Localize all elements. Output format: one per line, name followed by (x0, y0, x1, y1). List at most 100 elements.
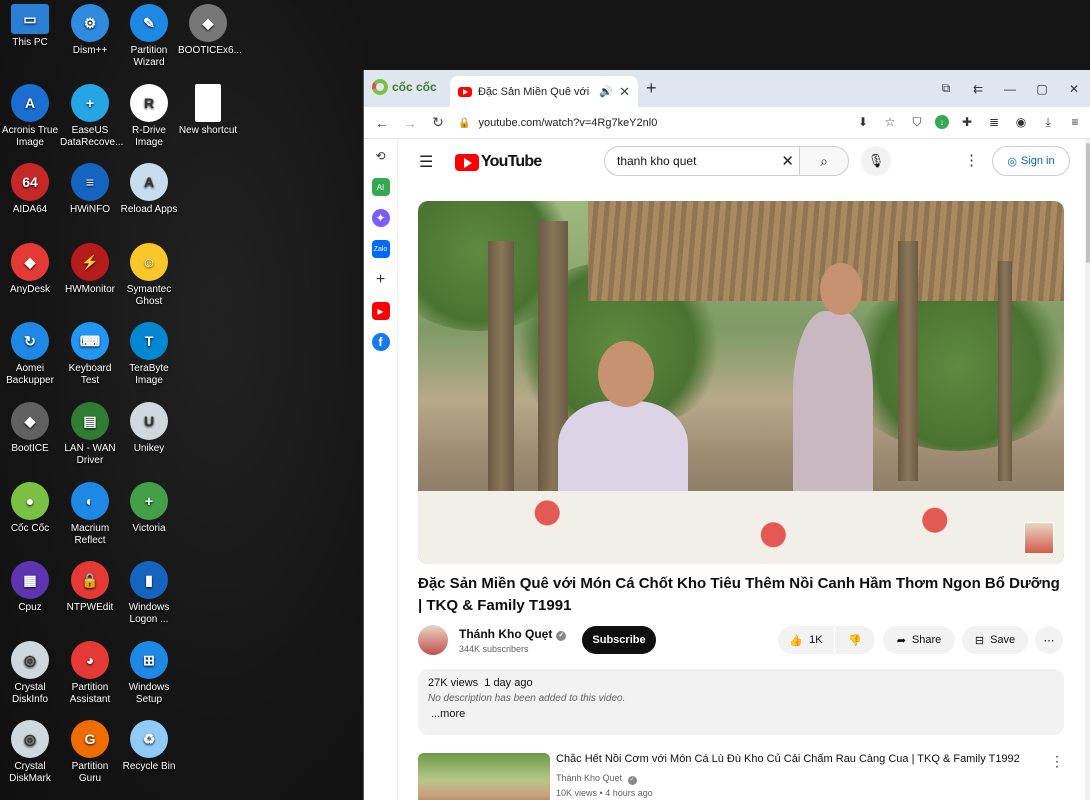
more-actions-button[interactable]: ⋯ (1035, 626, 1063, 654)
search-input[interactable]: thanh kho quet ✕ (604, 146, 800, 176)
zalo-icon[interactable]: Zalo (371, 240, 390, 258)
desktop-icon[interactable]: ◎ Crystal DiskMark (0, 720, 60, 785)
related-title[interactable]: Chắc Hết Nồi Cơm với Món Cá Lù Đù Kho Củ… (556, 753, 1046, 765)
install-app-icon[interactable]: ⬇ (854, 113, 872, 131)
messenger-icon[interactable]: ✦ (371, 209, 390, 227)
desktop-icon-label: Cốc Cốc (10, 522, 50, 534)
extensions-icon[interactable]: ✚ (958, 113, 976, 131)
new-tab-button[interactable]: + (646, 78, 657, 99)
search-button[interactable]: ⌕ (799, 146, 849, 176)
channel-avatar[interactable] (418, 625, 448, 655)
desktop-icon[interactable]: ◆ BOOTICEx6... (178, 4, 242, 57)
channel-name-row[interactable]: Thánh Kho Quẹt ✓ (459, 627, 567, 641)
desktop-icon[interactable]: ◐ Macrium Reflect (60, 481, 120, 547)
desktop-icon[interactable]: ◎ Crystal DiskInfo (0, 640, 60, 706)
video-title: Đặc Sản Miền Quê với Món Cá Chốt Kho Tiê… (418, 575, 1060, 614)
desktop-icon[interactable]: ▮ Windows Logon ... (119, 561, 179, 626)
hwmonitor-icon: ⚡ (71, 242, 109, 281)
forward-button[interactable]: → (396, 115, 424, 131)
desktop-icon[interactable]: ⊞ Windows Setup (119, 640, 179, 706)
youtube-logo[interactable]: YouTube (455, 153, 542, 171)
voice-search-button[interactable]: 🎙 (861, 146, 891, 176)
subscribe-button[interactable]: Subscribe (582, 626, 656, 654)
desktop-icon[interactable]: ⚡ HWMonitor (60, 242, 120, 296)
desktop-icon[interactable]: ◆ BootICE (0, 402, 60, 455)
desktop-icon-label: Partition Wizard (130, 45, 168, 68)
desktop-icon[interactable]: R R-Drive Image (119, 83, 179, 149)
settings-dots-icon[interactable]: ⋮ (964, 151, 979, 169)
scrollbar-thumb[interactable] (1086, 143, 1090, 263)
dislike-button[interactable]: 👎 (835, 626, 875, 654)
desktop-icon[interactable]: + Victoria (119, 481, 179, 535)
video-player[interactable] (418, 201, 1064, 564)
profile-icon[interactable]: ◉ (1012, 113, 1030, 131)
channel-watermark[interactable] (1024, 522, 1054, 554)
hamburger-menu-icon[interactable]: ☰ (419, 152, 433, 172)
desktop-icon[interactable]: New shortcut (178, 83, 238, 137)
related-channel-row[interactable]: Thánh Kho Quẹt ✓ (556, 773, 637, 785)
clear-search-icon[interactable]: ✕ (781, 152, 794, 170)
address-bar[interactable]: 🔒 youtube.com/watch?v=4Rg7keY2nl0 (458, 111, 868, 135)
bookmark-star-icon[interactable]: ☆ (881, 113, 899, 131)
save-button[interactable]: ⊟ Save (962, 626, 1028, 654)
menu-icon[interactable]: ≡ (1066, 113, 1084, 131)
desktop-icon[interactable]: ◆ AnyDesk (0, 242, 60, 296)
back-button[interactable]: ← (368, 115, 396, 131)
related-video[interactable]: Chắc Hết Nồi Cơm với Món Cá Lù Đù Kho Củ… (418, 753, 1068, 800)
close-tab-icon[interactable]: ✕ (619, 84, 630, 100)
description-text: No description has been added to this vi… (428, 693, 626, 704)
facebook-icon[interactable]: f (371, 333, 390, 351)
reading-list-icon[interactable]: ≣ (985, 113, 1003, 131)
desktop-icon[interactable]: ↻ Aomei Backupper (0, 322, 60, 387)
sign-in-button[interactable]: ◎ Sign in (992, 146, 1070, 176)
desktop-icon[interactable]: ✎ Partition Wizard (119, 4, 179, 69)
maximize-button[interactable]: ▢ (1026, 82, 1058, 96)
blank-file-icon (195, 83, 221, 122)
desktop-icon[interactable]: 64 AIDA64 (0, 163, 60, 216)
shield-icon[interactable]: ⛉ (908, 113, 926, 131)
like-button[interactable]: 👍 1K (778, 626, 834, 654)
desktop-icon-label: Dism++ (72, 45, 108, 56)
speaker-icon[interactable]: 🔊 (599, 85, 613, 98)
download-green-icon[interactable]: ↓ (935, 115, 949, 129)
related-thumbnail[interactable] (418, 753, 550, 800)
desktop-icon[interactable]: ⌨ Keyboard Test (60, 322, 120, 387)
tab-youtube[interactable]: Đặc Sản Miền Quê với Mó 🔊 ✕ (450, 76, 638, 107)
share-button[interactable]: ➦ Share (883, 626, 955, 654)
desktop-icon[interactable]: ≡ HWiNFO (60, 163, 120, 216)
browser-brand[interactable]: cốc cốc (372, 79, 437, 95)
desktop-icon[interactable]: ▭ This PC (0, 4, 60, 49)
back-arrow-tabs-icon[interactable]: ⇇ (962, 82, 994, 96)
show-more-link[interactable]: ...more (431, 708, 1054, 720)
add-sidebar-app-icon[interactable]: + (372, 271, 390, 289)
page-scrollbar[interactable] (1085, 139, 1090, 800)
close-window-button[interactable]: ✕ (1058, 82, 1090, 96)
desktop-icon[interactable]: T TeraByte Image (119, 322, 179, 387)
desktop-icon[interactable]: + EaseUS DataRecove... (60, 83, 123, 149)
related-menu-icon[interactable]: ⋮ (1050, 753, 1064, 770)
desktop-icon[interactable]: ☺ Symantec Ghost (119, 242, 179, 308)
desktop-icon[interactable]: ♻ Recycle Bin (119, 720, 179, 773)
minimize-button[interactable]: — (994, 82, 1026, 96)
desktop-icon[interactable]: ⚙ Dism++ (60, 4, 120, 57)
downloads-icon[interactable]: ⤓ (1039, 113, 1057, 131)
youtube-sidebar-icon[interactable]: ▶ (371, 302, 390, 320)
desktop-icon[interactable]: A Reload Apps (119, 163, 179, 216)
reload-button[interactable]: ↻ (424, 114, 452, 131)
screenshot-icon[interactable]: ⧉ (930, 81, 962, 96)
desktop-icon[interactable]: ▦ Cpuz (0, 561, 60, 614)
desktop-icon-label: TeraByte Image (129, 363, 169, 387)
ai-assistant-icon[interactable]: AI (371, 178, 390, 196)
desktop-icon[interactable]: 🔒 NTPWEdit (60, 561, 120, 614)
desktop-icon[interactable]: A Acronis True Image (0, 83, 60, 149)
channel-row: Thánh Kho Quẹt ✓ 344K subscribers Subscri… (418, 625, 1078, 661)
desktop-icon[interactable]: ● Cốc Cốc (0, 481, 60, 535)
description-box[interactable]: 27K views 1 day ago No description has b… (418, 669, 1064, 735)
desktop-icon[interactable]: U Unikey (119, 402, 179, 455)
desktop-icon[interactable]: ◕ Partition Assistant (60, 640, 120, 706)
site-info-icon[interactable]: 🔒 (458, 118, 470, 129)
history-icon[interactable]: ⟲ (372, 147, 390, 165)
desktop-icon[interactable]: ▤ LAN - WAN Driver (60, 402, 120, 467)
wooden-post (898, 241, 918, 481)
desktop-icon[interactable]: G Partition Guru (60, 720, 120, 785)
